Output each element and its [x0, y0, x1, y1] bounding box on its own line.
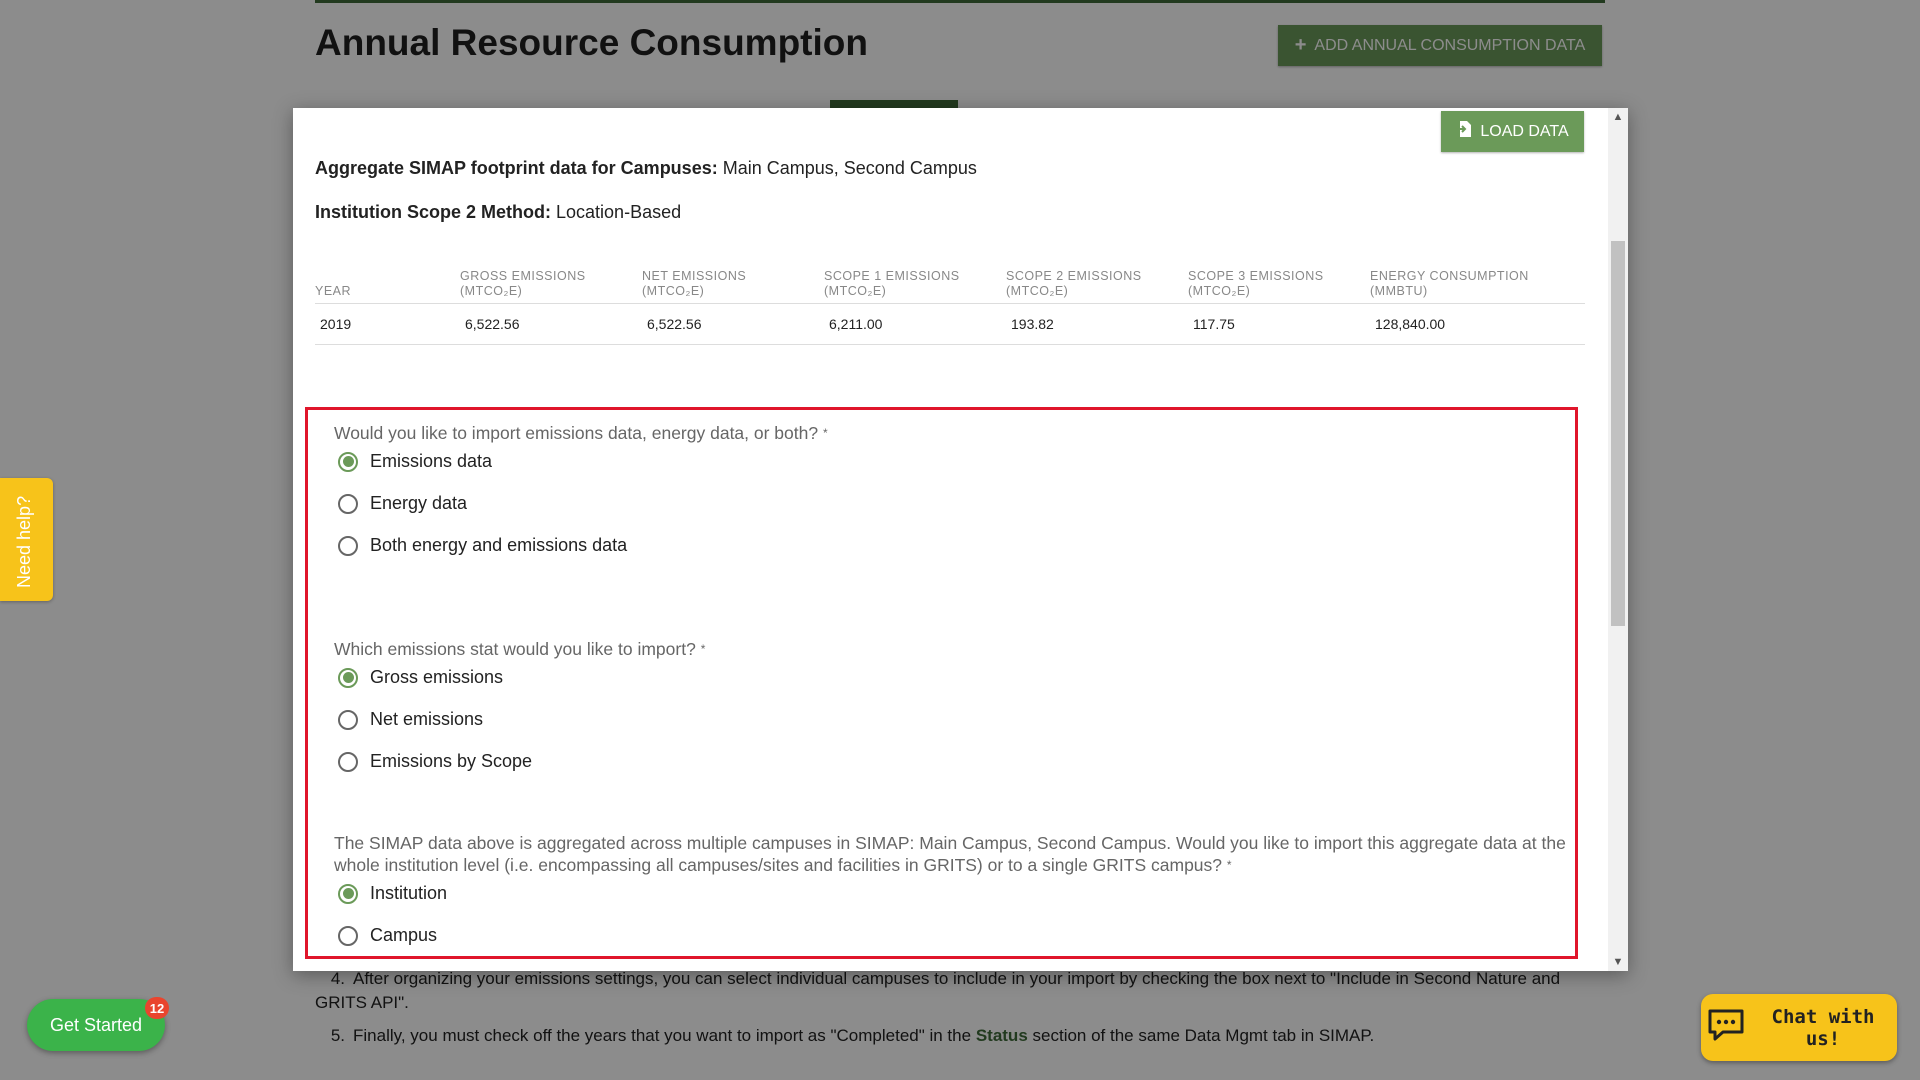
- radio-checked-icon[interactable]: [338, 451, 358, 472]
- radio-emissions-by-scope[interactable]: Emissions by Scope: [338, 751, 532, 772]
- radio-label: Emissions data: [370, 451, 493, 471]
- radio-unchecked-icon[interactable]: [338, 925, 358, 946]
- scope2-label: Institution Scope 2 Method:: [315, 202, 551, 222]
- table-cell: 6,211.00: [824, 303, 1006, 345]
- radio-label: Net emissions: [370, 709, 484, 729]
- chat-label: Chat with us!: [1771, 1005, 1875, 1050]
- question-data-type: Would you like to import emissions data,…: [334, 423, 828, 443]
- table-cell: 6,522.56: [460, 303, 642, 345]
- table-header-gross: GROSS EMISSIONS (MTCO₂E): [460, 263, 642, 304]
- radio-label: Emissions by Scope: [370, 751, 533, 771]
- table-header-net: NET EMISSIONS (MTCO₂E): [642, 263, 824, 304]
- scroll-up-arrow-icon[interactable]: ▲: [1608, 108, 1628, 126]
- radio-institution[interactable]: Institution: [338, 883, 447, 904]
- table-cell: 193.82: [1006, 303, 1188, 345]
- table-header-energy: ENERGY CONSUMPTION (MMBTU): [1370, 263, 1585, 304]
- table-cell: 2019: [315, 303, 460, 345]
- load-data-button[interactable]: LOAD DATA: [1441, 111, 1584, 152]
- need-help-tab[interactable]: Need help?: [0, 478, 53, 601]
- radio-energy-data[interactable]: Energy data: [338, 493, 467, 514]
- radio-unchecked-icon[interactable]: [338, 751, 358, 772]
- table-header-scope2: SCOPE 2 EMISSIONS (MTCO₂E): [1006, 263, 1188, 304]
- chat-button[interactable]: Chat with us!: [1701, 994, 1897, 1061]
- radio-label: Energy data: [370, 493, 468, 513]
- radio-label: Institution: [370, 883, 448, 903]
- radio-campus[interactable]: Campus: [338, 925, 437, 946]
- need-help-label: Need help?: [14, 495, 34, 588]
- question-emissions-stat: Which emissions stat would you like to i…: [334, 639, 706, 659]
- simap-summary-table: YEAR GROSS EMISSIONS (MTCO₂E) NET EMISSIO…: [315, 263, 1585, 345]
- radio-checked-icon[interactable]: [338, 667, 358, 688]
- table-header-row: YEAR GROSS EMISSIONS (MTCO₂E) NET EMISSIO…: [315, 263, 1585, 304]
- table-row: 2019 6,522.56 6,522.56 6,211.00 193.82 1…: [315, 303, 1585, 345]
- scope2-info: Institution Scope 2 Method: Location-Bas…: [315, 202, 681, 223]
- file-import-icon: [1456, 120, 1472, 143]
- scroll-down-arrow-icon[interactable]: ▼: [1608, 953, 1628, 971]
- question-import-level: The SIMAP data above is aggregated acros…: [334, 833, 1566, 875]
- import-simap-modal: ▲ ▼ LOAD DATA Aggregate SIMAP footprint …: [293, 108, 1628, 971]
- radio-emissions-data[interactable]: Emissions data: [338, 451, 492, 472]
- scope2-value: Location-Based: [556, 202, 682, 222]
- get-started-label: Get Started: [49, 1014, 143, 1035]
- import-options-highlight: Would you like to import emissions data,…: [305, 407, 1578, 959]
- aggregate-info: Aggregate SIMAP footprint data for Campu…: [315, 158, 977, 179]
- radio-label: Gross emissions: [370, 667, 504, 687]
- chat-bubble-icon: [1707, 1008, 1745, 1047]
- table-cell: 128,840.00: [1370, 303, 1585, 345]
- table-header-year: YEAR: [315, 263, 460, 304]
- radio-both-data[interactable]: Both energy and emissions data: [338, 535, 627, 556]
- table-header-scope3: SCOPE 3 EMISSIONS (MTCO₂E): [1188, 263, 1370, 304]
- scroll-thumb[interactable]: [1611, 241, 1625, 626]
- notification-badge: 12: [145, 997, 169, 1019]
- radio-net-emissions[interactable]: Net emissions: [338, 709, 483, 730]
- table-cell: 6,522.56: [642, 303, 824, 345]
- load-data-label: LOAD DATA: [1480, 122, 1569, 140]
- radio-label: Both energy and emissions data: [370, 535, 628, 555]
- radio-gross-emissions[interactable]: Gross emissions: [338, 667, 503, 688]
- radio-unchecked-icon[interactable]: [338, 709, 358, 730]
- table-cell: 117.75: [1188, 303, 1370, 345]
- aggregate-value: Main Campus, Second Campus: [722, 158, 977, 178]
- radio-unchecked-icon[interactable]: [338, 535, 358, 556]
- radio-checked-icon[interactable]: [338, 883, 358, 904]
- radio-unchecked-icon[interactable]: [338, 493, 358, 514]
- radio-label: Campus: [370, 925, 438, 945]
- aggregate-label: Aggregate SIMAP footprint data for Campu…: [315, 158, 718, 178]
- modal-scrollbar[interactable]: ▲ ▼: [1608, 108, 1628, 971]
- table-header-scope1: SCOPE 1 EMISSIONS (MTCO₂E): [824, 263, 1006, 304]
